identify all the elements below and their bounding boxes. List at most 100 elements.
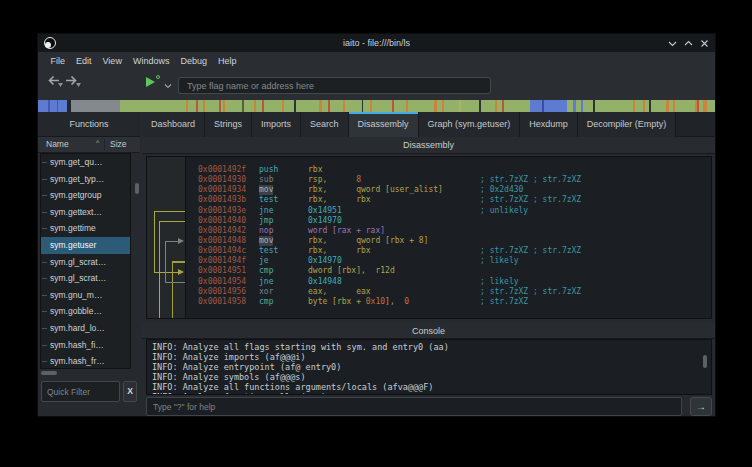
disassembly-row[interactable]: 0x00014954jne0x14948; likely — [186, 277, 711, 287]
debug-play-badge — [156, 75, 160, 79]
flag-search-input[interactable] — [178, 77, 491, 94]
column-size[interactable]: Size — [110, 139, 127, 149]
functions-vertical-scrollbar[interactable] — [135, 183, 139, 194]
tree-branch-tick — [42, 179, 47, 180]
tab-disassembly[interactable]: Disassembly — [349, 112, 419, 137]
function-list-item[interactable]: sym.hash_fi… — [41, 337, 130, 354]
instruction-mnemonic: je — [259, 256, 269, 266]
menu-view[interactable]: View — [97, 52, 127, 71]
functions-horizontal-scrollbar[interactable] — [41, 371, 57, 375]
debug-play-button[interactable] — [146, 77, 155, 87]
instruction-operands: 0x14970 — [308, 216, 342, 226]
tab-hexdump[interactable]: Hexdump — [520, 112, 578, 137]
memory-segment — [408, 100, 435, 112]
disassembly-row[interactable]: 0x0001494ctestrbx, rbx; str.7zXZ ; str.7… — [186, 246, 711, 256]
quick-filter-input[interactable] — [41, 381, 120, 402]
instruction-comment: ; str.7zXZ ; str.7zXZ — [480, 246, 581, 256]
jump-arrow-line — [172, 261, 185, 262]
memory-segment — [120, 100, 186, 112]
disassembly-row[interactable]: 0x00014951cmpdword [rbx], r12d — [186, 266, 711, 276]
function-list-item[interactable]: sym.gl_scrat… — [41, 254, 130, 271]
tab-graph-sym-getuser-[interactable]: Graph (sym.getuser) — [419, 112, 521, 137]
menu-file[interactable]: File — [45, 52, 71, 71]
instruction-comment: ; str.7zXZ ; str.7zXZ — [480, 287, 581, 297]
tab-strings[interactable]: Strings — [205, 112, 252, 137]
instruction-address: 0x00014956 — [198, 287, 246, 297]
close-button[interactable] — [700, 39, 709, 48]
function-list-item[interactable]: sym.gettime — [41, 220, 130, 237]
jump-arrow-head — [178, 238, 184, 244]
tab-decompiler-empty-[interactable]: Decompiler (Empty) — [578, 112, 677, 137]
console-log-line: INFO: Analyze all functions arguments/lo… — [147, 382, 711, 392]
instruction-comment: ; 0x2d430 — [480, 185, 523, 195]
disassembly-row[interactable]: 0x00014956xoreax, eax; str.7zXZ ; str.7z… — [186, 287, 711, 297]
tab-imports[interactable]: Imports — [252, 112, 301, 137]
console-log-line: INFO: Analyze function calls (aac) — [147, 392, 711, 395]
memory-segment — [188, 100, 196, 112]
debug-dropdown-chevron[interactable] — [164, 76, 172, 94]
memory-segment — [583, 100, 593, 112]
jump-arrow-line — [154, 211, 185, 212]
execute-command-button[interactable]: → — [690, 397, 712, 416]
function-list-item[interactable]: sym.gl_scrat… — [41, 270, 130, 287]
instruction-address: 0x0001493b — [198, 195, 246, 205]
console-view[interactable]: INFO: Analyze all flags starting with sy… — [146, 339, 712, 395]
disassembly-row[interactable]: 0x00014948movrbx, qword [rbx + 8] — [186, 236, 711, 246]
function-list-item[interactable]: sym.getuser — [41, 237, 130, 254]
instruction-address: 0x0001494f — [198, 256, 246, 266]
instruction-mnemonic: mov — [259, 236, 273, 246]
function-list-item[interactable]: sym.gobble… — [41, 303, 130, 320]
function-list-item[interactable]: sym.gnu_m… — [41, 287, 130, 304]
jump-arrow-line — [165, 282, 185, 283]
tree-branch-tick — [42, 262, 47, 263]
disassembly-row[interactable]: 0x00014958cmpbyte [rbx + 0x10], 0; str.7… — [186, 297, 711, 307]
function-list-item[interactable]: sym.get_typ… — [41, 171, 130, 188]
function-list-item[interactable]: sym.hash_fr… — [41, 353, 130, 369]
titlebar[interactable]: iaito - file:///bin/ls — [38, 34, 715, 52]
disassembly-row[interactable]: 0x00014930subrsp, 8; str.7zXZ ; str.7zXZ — [186, 175, 711, 185]
back-button[interactable] — [47, 73, 60, 89]
menu-debug[interactable]: Debug — [175, 52, 213, 71]
memory-map-strip[interactable] — [38, 100, 715, 112]
menu-windows[interactable]: Windows — [127, 52, 175, 71]
instruction-address: 0x00014958 — [198, 297, 246, 307]
jump-arrow-line — [172, 261, 173, 319]
console-vertical-scrollbar[interactable] — [703, 355, 707, 368]
disassembly-view[interactable]: 0x0001492fpushrbx0x00014930subrsp, 8; st… — [146, 156, 712, 319]
tree-branch-tick — [42, 328, 47, 329]
disassembly-row[interactable]: 0x0001493btestrbx, rbx; str.7zXZ ; str.7… — [186, 195, 711, 205]
menu-edit[interactable]: Edit — [71, 52, 98, 71]
function-list-item[interactable]: sym.get_qu… — [41, 154, 130, 171]
function-list-item[interactable]: sym.gettext… — [41, 204, 130, 221]
instruction-address: 0x00014934 — [198, 185, 246, 195]
memory-segment — [264, 100, 282, 112]
minimize-button[interactable] — [668, 39, 677, 48]
memory-segment — [444, 100, 459, 112]
memory-segment — [635, 100, 643, 112]
disassembly-row[interactable]: 0x0001492fpushrbx — [186, 165, 711, 175]
instruction-operands: 0x14948 — [308, 277, 342, 287]
memory-segment — [205, 100, 219, 112]
function-list-item[interactable]: sym.getgroup — [41, 187, 130, 204]
disassembly-row[interactable]: 0x0001494fje0x14970; likely — [186, 256, 711, 266]
instruction-operands: word [rax + rax] — [308, 226, 385, 236]
tab-dashboard[interactable]: Dashboard — [142, 112, 205, 137]
disassembly-row[interactable]: 0x00014940jmp0x14970 — [186, 216, 711, 226]
function-list-item[interactable]: sym.hard_lo… — [41, 320, 130, 337]
column-name[interactable]: Name — [46, 139, 69, 149]
maximize-button[interactable] — [684, 39, 693, 48]
disassembly-row[interactable]: 0x0001493ejne0x14951; unlikely — [186, 206, 711, 216]
instruction-operands: 0x14951 — [308, 206, 342, 216]
tab-search[interactable]: Search — [301, 112, 349, 137]
disassembly-row[interactable]: 0x00014942nopword [rax + rax] — [186, 226, 711, 236]
forward-button[interactable] — [65, 73, 78, 89]
clear-filter-button[interactable]: X — [123, 381, 137, 402]
instruction-mnemonic: sub — [259, 175, 273, 185]
functions-panel-title[interactable]: Functions — [38, 112, 140, 137]
disassembly-row[interactable]: 0x00014934movrbx, qword [user_alist]; 0x… — [186, 185, 711, 195]
menu-help[interactable]: Help — [212, 52, 242, 71]
functions-column-headers[interactable]: Name ^ Size — [38, 137, 140, 153]
column-divider — [104, 139, 105, 150]
memory-segment — [461, 100, 479, 112]
console-command-input[interactable] — [146, 397, 682, 416]
